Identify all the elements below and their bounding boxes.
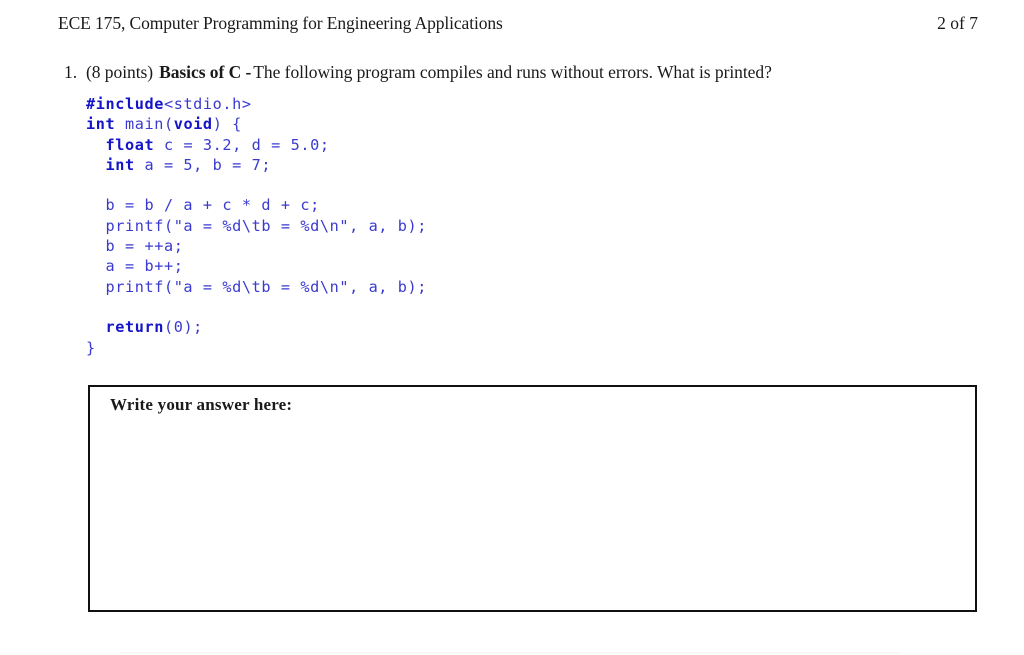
code-token: <stdio.h> [163, 95, 252, 113]
code-line: #include<stdio.h> [86, 94, 427, 114]
code-token: a = b++; [86, 257, 184, 276]
code-line: b = b / a + c * d + c; [86, 195, 427, 215]
code-token: } [86, 338, 96, 357]
course-title: ECE 175, Computer Programming for Engine… [58, 13, 503, 33]
answer-box-label: Write your answer here: [110, 395, 293, 414]
question-number: 1. [64, 62, 78, 82]
code-token: a = 5, b = 7; [134, 155, 272, 174]
code-line: int main(void) { [86, 114, 427, 134]
code-token: c = 3.2, d = 5.0; [154, 135, 330, 154]
code-keyword: void [173, 115, 213, 134]
code-line: return(0); [86, 317, 427, 337]
page-number-indicator: 2 of 7 [937, 13, 978, 33]
code-line: printf("a = %d\tb = %d\n", a, b); [86, 277, 427, 297]
code-token: b = ++a; [86, 237, 184, 256]
code-token: printf("a = %d\tb = %d\n", a, b); [86, 216, 428, 235]
answer-box[interactable]: Write your answer here: [88, 385, 977, 612]
question-prompt-line: 1. (8 points) Basics of C - The following p… [64, 60, 964, 84]
page-header: ECE 175, Computer Programming for Engine… [58, 12, 978, 34]
question-topic: Basics of C - [159, 62, 252, 82]
code-line: } [86, 338, 427, 358]
code-line: printf("a = %d\tb = %d\n", a, b); [86, 216, 427, 236]
code-token: b = b / a + c * d + c; [86, 196, 320, 215]
code-listing: #include<stdio.h> int main(void) { float … [86, 94, 427, 358]
code-keyword: return [86, 318, 164, 337]
question-text: The following program compiles and runs … [253, 62, 772, 82]
code-keyword: float [86, 135, 155, 154]
code-keyword: int [86, 155, 135, 174]
question-1: 1. (8 points) Basics of C - The following p… [64, 60, 964, 84]
code-token: main( [115, 115, 174, 134]
code-token: (0); [163, 318, 203, 337]
code-line: b = ++a; [86, 236, 427, 256]
code-keyword: int [86, 115, 116, 134]
code-line: float c = 3.2, d = 5.0; [86, 135, 427, 155]
exam-page: ECE 175, Computer Programming for Engine… [0, 0, 1024, 655]
page-bottom-edge [120, 652, 900, 654]
code-token: ) { [212, 115, 242, 134]
code-token: printf("a = %d\tb = %d\n", a, b); [86, 277, 428, 296]
code-keyword: #include [86, 95, 164, 113]
code-line: int a = 5, b = 7; [86, 155, 427, 175]
question-points: (8 points) [86, 62, 154, 82]
code-line: a = b++; [86, 256, 427, 276]
answer-writing-area[interactable] [92, 421, 973, 608]
